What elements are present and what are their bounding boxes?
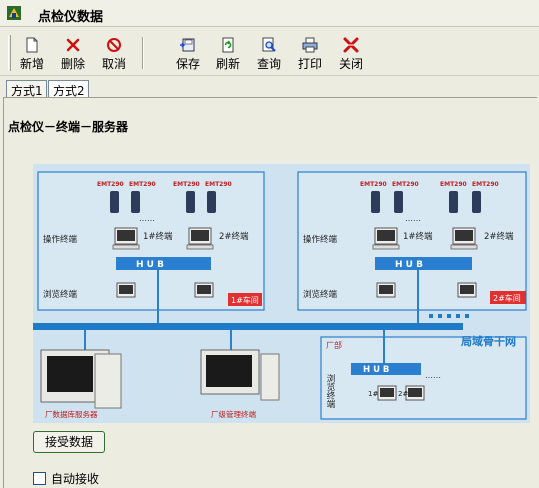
cancel-label: 取消 xyxy=(101,57,126,71)
new-label: 新增 xyxy=(19,57,44,71)
close-label: 关闭 xyxy=(338,57,363,71)
new-button[interactable]: 新增 xyxy=(13,35,51,71)
delete-label: 删除 xyxy=(60,57,85,71)
network-diagram-svg: EMT290 EMT290 EMT290 EMT290 EMT290 EMT29… xyxy=(33,164,530,423)
device-label: EMT290 xyxy=(360,181,387,188)
cancel-button[interactable]: 取消 xyxy=(95,35,133,71)
close-button[interactable]: 关闭 xyxy=(332,35,370,71)
db-server-label: 厂数据库服务器 xyxy=(45,409,98,419)
backbone-bar xyxy=(33,323,463,330)
save-label: 保存 xyxy=(175,57,200,71)
window-title: 点检仪数据 xyxy=(38,10,104,25)
query-magnifier-icon xyxy=(262,37,276,52)
factory-pc-1-label: 1# xyxy=(368,390,378,398)
terminal-2-label: 2#终端 xyxy=(484,231,514,242)
tab-method-2[interactable]: 方式2 xyxy=(48,80,89,98)
dots-text: …… xyxy=(139,214,155,223)
factory-hub-label: H U B xyxy=(363,365,389,375)
delete-x-icon xyxy=(66,38,80,52)
device-label: EMT290 xyxy=(440,181,467,188)
refresh-button[interactable]: 刷新 xyxy=(209,35,247,71)
hub-label: H U B xyxy=(136,260,164,270)
device-label: EMT290 xyxy=(173,181,200,188)
hub-bar xyxy=(375,257,472,270)
network-diagram: EMT290 EMT290 EMT290 EMT290 EMT290 EMT29… xyxy=(33,164,530,423)
terminal-2-label: 2#终端 xyxy=(219,231,249,242)
device-label: EMT290 xyxy=(392,181,419,188)
hub-label: H U B xyxy=(395,260,423,270)
terminal-1-label: 1#终端 xyxy=(143,231,173,242)
print-label: 打印 xyxy=(297,57,322,71)
db-server-pc xyxy=(40,349,122,409)
mgmt-terminal-label: 厂级管理终端 xyxy=(211,409,256,419)
tab-method-1[interactable]: 方式1 xyxy=(6,80,47,98)
factory-label: 厂部 xyxy=(326,340,342,350)
browse-terminal-label: 浏览终端 xyxy=(303,289,338,300)
factory-box xyxy=(320,336,527,420)
receive-data-button[interactable]: 接受数据 xyxy=(33,431,105,453)
refresh-label: 刷新 xyxy=(215,57,240,71)
toolbar-grip[interactable] xyxy=(8,35,11,71)
terminal-1-label: 1#终端 xyxy=(403,231,433,242)
dots-text: …… xyxy=(405,214,421,223)
new-document-icon xyxy=(26,37,38,53)
app-icon xyxy=(7,6,21,20)
save-button[interactable]: 保存 xyxy=(169,35,207,71)
device-label: EMT290 xyxy=(129,181,156,188)
query-label: 查询 xyxy=(256,57,281,71)
mgmt-terminal-pc xyxy=(200,349,280,401)
device-label: EMT290 xyxy=(97,181,124,188)
browse-terminal-label: 浏览终端 xyxy=(43,289,78,300)
backbone-label: 局域骨干网 xyxy=(460,334,516,348)
toolbar: 新增 删除 取消 保存 刷新 查询 打印 关闭 xyxy=(0,31,539,76)
device-label: EMT290 xyxy=(472,181,499,188)
save-icon xyxy=(180,38,195,52)
workshop-2-label: 2#车间 xyxy=(493,293,521,303)
query-button[interactable]: 查询 xyxy=(250,35,288,71)
page-heading: 点检仪－终端－服务器 xyxy=(8,120,129,134)
operator-terminal-label: 操作终端 xyxy=(303,234,338,245)
cancel-icon xyxy=(107,38,121,52)
close-icon xyxy=(343,37,359,53)
delete-button[interactable]: 删除 xyxy=(54,35,92,71)
printer-icon xyxy=(302,37,318,53)
factory-pc-2-label: 2# xyxy=(398,390,408,398)
workshop-1-label: 1#车间 xyxy=(231,295,259,305)
title-bar: 点检仪数据 xyxy=(0,0,539,27)
device-label: EMT290 xyxy=(205,181,232,188)
toolbar-separator xyxy=(142,37,144,69)
auto-receive-checkbox[interactable] xyxy=(33,472,46,485)
auto-receive-label: 自动接收 xyxy=(51,472,100,486)
refresh-icon xyxy=(222,37,234,53)
dots-text: …… xyxy=(425,371,441,380)
print-button[interactable]: 打印 xyxy=(291,35,329,71)
factory-browse-label: 浏览终端 xyxy=(325,373,335,409)
operator-terminal-label: 操作终端 xyxy=(43,234,78,245)
